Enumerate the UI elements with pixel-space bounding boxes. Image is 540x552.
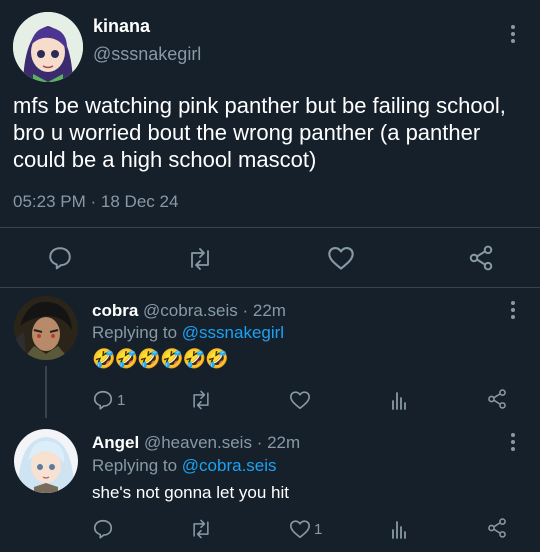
replying-to-link[interactable]: @sssnakegirl bbox=[182, 323, 284, 342]
reply-icon[interactable] bbox=[47, 245, 73, 271]
replying-to-link[interactable]: @cobra.seis bbox=[182, 456, 277, 475]
more-options-icon[interactable] bbox=[507, 22, 519, 46]
share-icon[interactable] bbox=[467, 244, 495, 272]
reply-header: Angel @heaven.seis · 22m bbox=[92, 433, 300, 453]
thread-line bbox=[45, 366, 47, 418]
time-ago: · 22m bbox=[242, 301, 286, 320]
reply-icon[interactable] bbox=[92, 518, 114, 540]
reply-count: 1 bbox=[117, 392, 126, 409]
replying-to-label: Replying to bbox=[92, 456, 178, 475]
retweet-icon[interactable] bbox=[186, 246, 214, 272]
replying-to: Replying to @sssnakegirl bbox=[92, 323, 284, 343]
avatar[interactable] bbox=[14, 296, 78, 360]
more-options-icon[interactable] bbox=[507, 298, 519, 322]
reply-text: she's not gonna let you hit bbox=[92, 483, 289, 502]
like-count: 1 bbox=[314, 521, 323, 538]
tweet-text: mfs be watching pink panther but be fail… bbox=[13, 93, 506, 172]
analytics-icon[interactable] bbox=[390, 518, 408, 540]
reply-header: cobra @cobra.seis · 22m bbox=[92, 301, 286, 321]
tweet-date: 18 Dec 24 bbox=[100, 192, 179, 211]
handle[interactable]: @cobra.seis bbox=[143, 301, 238, 320]
tweet-time: 05:23 PM bbox=[13, 192, 86, 211]
like-icon[interactable] bbox=[289, 518, 311, 540]
share-icon[interactable] bbox=[486, 388, 508, 410]
more-options-icon[interactable] bbox=[507, 430, 519, 454]
tweet-timestamp: 05:23 PM · 18 Dec 24 bbox=[13, 192, 178, 212]
replying-to-label: Replying to bbox=[92, 323, 178, 342]
like-icon[interactable] bbox=[289, 389, 311, 411]
avatar[interactable] bbox=[13, 12, 83, 82]
time-ago: · 22m bbox=[256, 433, 301, 452]
retweet-icon[interactable] bbox=[189, 518, 213, 540]
reply-icon[interactable] bbox=[92, 389, 114, 411]
avatar[interactable] bbox=[14, 429, 78, 493]
replying-to: Replying to @cobra.seis bbox=[92, 456, 277, 476]
like-icon[interactable] bbox=[327, 245, 355, 271]
display-name[interactable]: kinana bbox=[93, 16, 150, 37]
display-name[interactable]: Angel bbox=[92, 433, 139, 452]
divider bbox=[0, 227, 540, 228]
handle[interactable]: @sssnakegirl bbox=[93, 44, 201, 65]
handle[interactable]: @heaven.seis bbox=[144, 433, 252, 452]
retweet-icon[interactable] bbox=[189, 389, 213, 411]
reply-text: 🤣🤣🤣🤣🤣🤣 bbox=[92, 349, 229, 370]
display-name[interactable]: cobra bbox=[92, 301, 138, 320]
timestamp-separator: · bbox=[90, 192, 97, 211]
share-icon[interactable] bbox=[486, 517, 508, 539]
divider bbox=[0, 287, 540, 288]
analytics-icon[interactable] bbox=[390, 389, 408, 411]
